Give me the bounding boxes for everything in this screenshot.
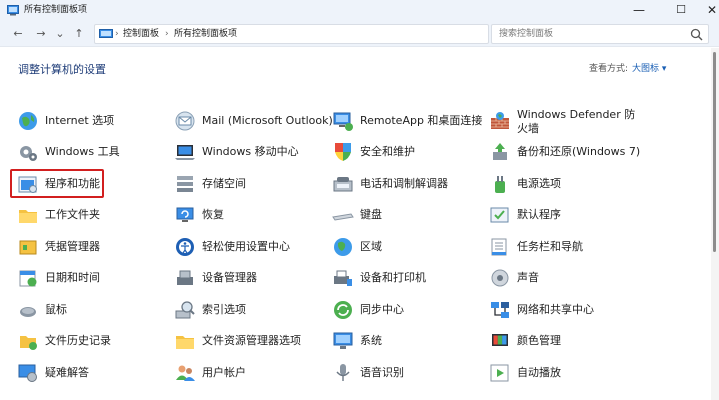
highlight-box xyxy=(10,169,104,198)
work-folders-icon xyxy=(19,210,37,223)
item-label: 设备和打印机 xyxy=(360,271,426,284)
item-label: 轻松使用设置中心 xyxy=(202,240,290,253)
item-label: 安全和维护 xyxy=(360,145,415,158)
item-label: 恢复 xyxy=(202,208,224,221)
user-accounts-icon xyxy=(176,365,195,381)
mobility-center-icon xyxy=(175,145,195,160)
view-by-dropdown[interactable]: 大图标 ▾ xyxy=(632,63,666,75)
item-label: Internet 选项 xyxy=(45,114,115,127)
search-input[interactable]: 搜索控制面板 xyxy=(491,24,709,44)
taskbar-icon xyxy=(491,238,507,256)
minimize-button[interactable]: — xyxy=(623,0,655,22)
remoteapp-icon xyxy=(333,112,353,131)
mouse-icon xyxy=(20,307,36,317)
item-label: Windows 工具 xyxy=(45,145,120,158)
search-icon[interactable] xyxy=(690,28,703,41)
item-label: 设备管理器 xyxy=(202,271,257,284)
device-manager-icon xyxy=(177,270,193,285)
internet-options-icon xyxy=(19,112,37,130)
explorer-options-icon xyxy=(176,336,194,349)
indexing-options-icon xyxy=(175,301,195,319)
item-label: 任务栏和导航 xyxy=(517,240,583,253)
back-button[interactable]: ← xyxy=(10,26,26,42)
item-label: 用户帐户 xyxy=(202,366,246,379)
item-label: 索引选项 xyxy=(202,303,246,316)
storage-spaces-icon xyxy=(177,176,193,192)
search-placeholder: 搜索控制面板 xyxy=(499,29,554,39)
item-label: 自动播放 xyxy=(517,366,561,379)
close-button[interactable]: ✕ xyxy=(696,0,719,22)
item-label: 鼠标 xyxy=(45,303,67,316)
keyboard-icon xyxy=(332,213,354,221)
color-management-icon xyxy=(492,334,508,346)
forward-button[interactable]: → xyxy=(33,26,49,42)
item-label: 区域 xyxy=(360,240,382,253)
breadcrumb-separator: › xyxy=(115,29,119,39)
sync-center-icon xyxy=(334,301,352,319)
security-maintenance-icon xyxy=(335,143,351,161)
scrollbar-thumb[interactable] xyxy=(713,52,716,252)
item-label: 默认程序 xyxy=(517,208,561,221)
network-sharing-icon xyxy=(491,302,509,318)
control-panel-icon xyxy=(7,5,19,16)
item-label: 系统 xyxy=(360,334,382,347)
file-history-icon xyxy=(20,336,37,350)
item-label: 声音 xyxy=(517,271,539,284)
item-label: Windows Defender 防火墙 xyxy=(517,108,636,135)
item-label: 同步中心 xyxy=(360,303,404,316)
page-heading: 调整计算机的设置 xyxy=(18,63,106,76)
item-label: 日期和时间 xyxy=(45,271,100,284)
up-button[interactable]: ↑ xyxy=(71,26,87,42)
mail-icon xyxy=(175,111,195,131)
date-time-icon xyxy=(19,270,37,287)
backup-restore-icon xyxy=(493,143,507,160)
control-panel-icon xyxy=(99,29,113,38)
autoplay-icon xyxy=(490,364,509,382)
address-bar[interactable]: › 控制面板 › 所有控制面板项 ⌄ ↻ xyxy=(94,24,574,44)
credential-manager-icon xyxy=(19,240,37,255)
view-by-label: 查看方式: xyxy=(589,64,629,74)
item-label: 凭据管理器 xyxy=(45,240,100,253)
windows-tools-icon xyxy=(20,146,37,161)
breadcrumb-control-panel[interactable]: 控制面板 xyxy=(123,28,159,40)
power-options-icon xyxy=(495,176,505,193)
item-label: 颜色管理 xyxy=(517,334,561,347)
default-programs-icon xyxy=(490,207,509,223)
breadcrumb-all-items[interactable]: 所有控制面板项 xyxy=(174,28,237,40)
title-bar: 所有控制面板项 — ☐ ✕ xyxy=(0,0,719,22)
troubleshooting-icon xyxy=(18,364,37,382)
maximize-button[interactable]: ☐ xyxy=(665,0,697,22)
recovery-icon xyxy=(176,207,194,222)
item-label: Mail (Microsoft Outlook) xyxy=(202,114,333,127)
item-label: 键盘 xyxy=(360,208,382,221)
window-title: 所有控制面板项 xyxy=(24,5,88,15)
ease-of-access-icon xyxy=(176,238,194,256)
item-label: 语音识别 xyxy=(360,366,404,379)
sound-icon xyxy=(491,269,509,287)
region-icon xyxy=(334,238,352,256)
item-label: 文件资源管理器选项 xyxy=(202,334,301,347)
item-label: 电话和调制解调器 xyxy=(360,177,448,190)
item-label: 工作文件夹 xyxy=(45,208,100,221)
item-label: 备份和还原(Windows 7) xyxy=(517,145,641,158)
item-label: 网络和共享中心 xyxy=(517,303,594,316)
item-label: RemoteApp 和桌面连接 xyxy=(360,114,483,127)
recent-locations-button[interactable]: ⌄ xyxy=(52,26,68,42)
breadcrumb-separator: › xyxy=(165,29,169,39)
item-label: 电源选项 xyxy=(517,177,561,190)
system-icon xyxy=(333,332,353,349)
firewall-icon xyxy=(491,112,509,129)
phone-modem-icon xyxy=(333,177,353,192)
item-label: 文件历史记录 xyxy=(45,334,111,347)
item-label: 存储空间 xyxy=(202,177,246,190)
item-label: Windows 移动中心 xyxy=(202,145,299,158)
devices-printers-icon xyxy=(334,270,352,286)
address-row: ← → ⌄ ↑ › 控制面板 › 所有控制面板项 ⌄ ↻ 搜索控制面板 xyxy=(0,22,719,47)
speech-recognition-icon xyxy=(336,364,350,381)
item-label: 疑难解答 xyxy=(45,366,89,379)
